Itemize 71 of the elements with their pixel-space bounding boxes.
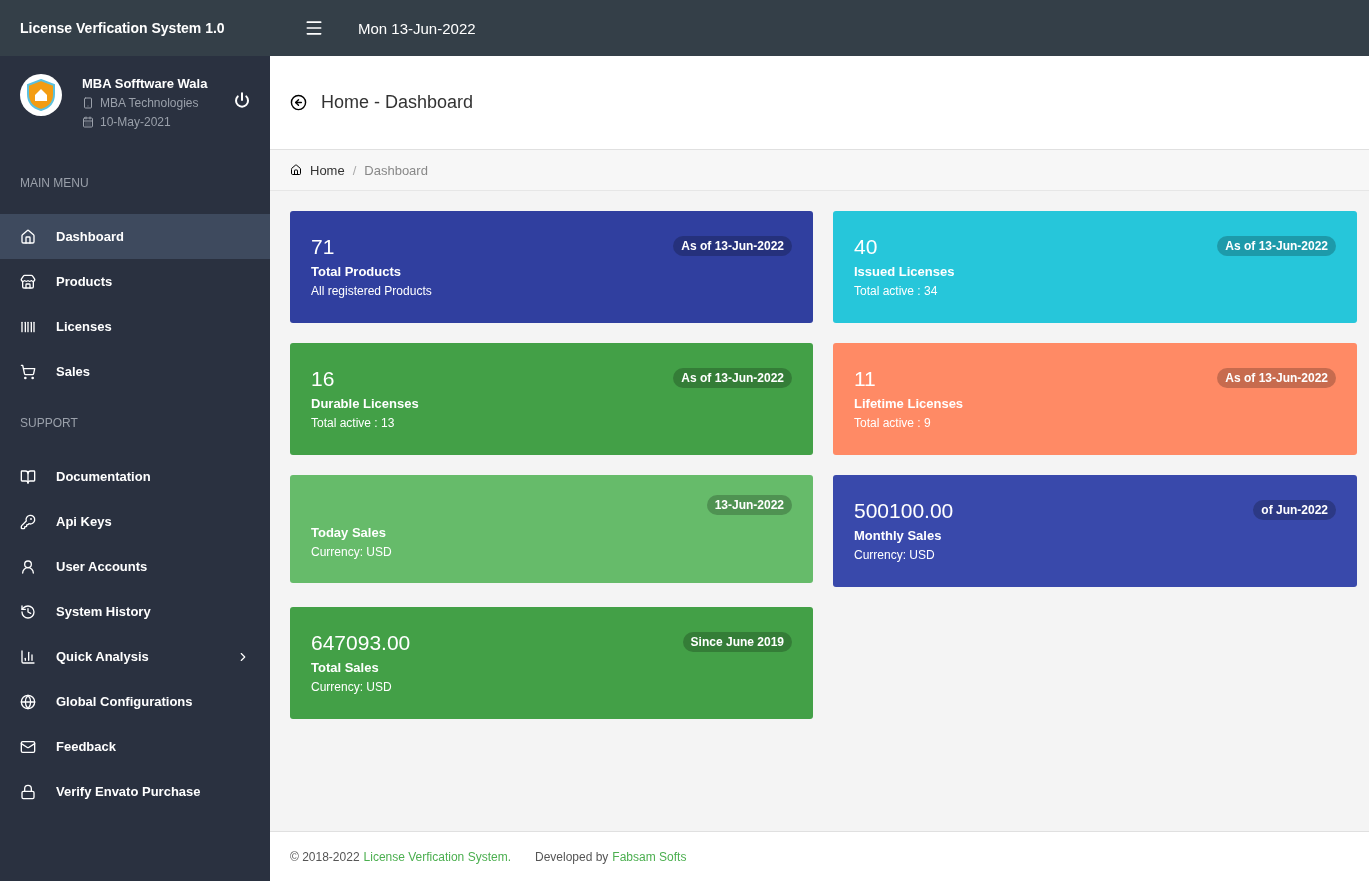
cart-icon — [20, 363, 36, 380]
profile-name: MBA Sofftware Wala — [82, 76, 209, 91]
globe-icon — [20, 693, 36, 710]
sidebar-item[interactable]: Feedback — [0, 724, 270, 769]
stat-subtitle: All registered Products — [311, 284, 433, 298]
breadcrumb-separator: / — [352, 162, 357, 178]
back-icon[interactable] — [290, 94, 307, 111]
stat-value: 11 — [854, 367, 876, 391]
power-button[interactable] — [234, 92, 250, 108]
section-title: SUPPORT — [19, 416, 79, 432]
stat-title: Today Sales — [311, 525, 387, 540]
stat-subtitle: Currency: USD — [311, 680, 393, 694]
stat-subtitle: Total active : 9 — [854, 416, 932, 430]
stat-subtitle: Total active : 13 — [311, 416, 396, 430]
stat-title: Lifetime Licenses — [854, 396, 965, 411]
avatar-logo — [20, 74, 62, 116]
stat-value: 647093.00 — [311, 631, 411, 655]
sidebar-item[interactable]: Dashboard — [0, 214, 270, 259]
developed-by-text: Developed by — [534, 849, 609, 864]
date-badge: of Jun-2022 — [1253, 500, 1336, 520]
phone-icon — [82, 97, 94, 109]
title-separator: - — [374, 92, 380, 113]
stat-value: 71 — [311, 235, 335, 259]
app-title: License Verfication System 1.0 — [19, 20, 226, 36]
calendar-icon — [82, 116, 94, 128]
book-icon — [20, 468, 36, 485]
page-title: Home — [321, 92, 369, 113]
breadcrumb-link[interactable]: Home — [310, 162, 345, 178]
stat-value: 500100.00 — [854, 499, 954, 523]
sidebar-item[interactable]: User Accounts — [0, 544, 270, 589]
sidebar-item[interactable]: Documentation — [0, 454, 270, 499]
page-subtitle: Dashboard — [385, 92, 474, 113]
stat-subtitle: Total active : 34 — [854, 284, 939, 298]
key-icon — [20, 513, 36, 530]
stat-title: Durable Licenses — [311, 396, 420, 411]
date-badge: 13-Jun-2022 — [706, 495, 792, 515]
section-title: MAIN MENU — [19, 176, 90, 192]
stat-subtitle: Currency: USD — [311, 545, 393, 559]
profile-date: 10-May-2021 — [100, 115, 171, 129]
stat-value: 16 — [311, 367, 335, 391]
sidebar-item[interactable]: Global Configurations — [0, 679, 270, 724]
history-icon — [20, 603, 36, 620]
current-date: Mon 13-Jun-2022 — [358, 19, 476, 37]
stat-subtitle: Currency: USD — [854, 548, 936, 562]
stat-title: Total Products — [311, 264, 403, 279]
stat-title: Issued Licenses — [854, 264, 956, 279]
lock-icon — [20, 783, 36, 800]
stat-title: Total Sales — [311, 660, 380, 675]
sidebar-item[interactable]: Sales — [0, 349, 270, 394]
home-icon — [290, 164, 302, 176]
sidebar-item[interactable]: Licenses — [0, 304, 270, 349]
menu-button[interactable] — [304, 18, 324, 38]
user-icon — [20, 558, 36, 575]
date-badge: As of 13-Jun-2022 — [1217, 368, 1336, 388]
sidebar-item[interactable]: Verify Envato Purchase — [0, 769, 270, 814]
stat-title: Monthly Sales — [854, 528, 943, 543]
sidebar-item[interactable]: Quick Analysis — [0, 634, 270, 679]
stat-value: 40 — [854, 235, 878, 259]
copyright-text: © 2018-2022 — [290, 849, 360, 864]
sidebar-item[interactable]: Products — [0, 259, 270, 304]
house-icon — [20, 228, 36, 245]
store-icon — [20, 273, 36, 290]
sidebar-item[interactable]: System History — [0, 589, 270, 634]
profile-company: MBA Technologies — [100, 96, 199, 110]
date-badge: Since June 2019 — [682, 632, 792, 652]
sidebar-item[interactable]: Api Keys — [0, 499, 270, 544]
date-badge: As of 13-Jun-2022 — [1217, 236, 1336, 256]
date-badge: As of 13-Jun-2022 — [673, 368, 792, 388]
date-badge: As of 13-Jun-2022 — [673, 236, 792, 256]
mail-icon — [20, 738, 36, 755]
bar-chart-icon — [20, 648, 36, 665]
